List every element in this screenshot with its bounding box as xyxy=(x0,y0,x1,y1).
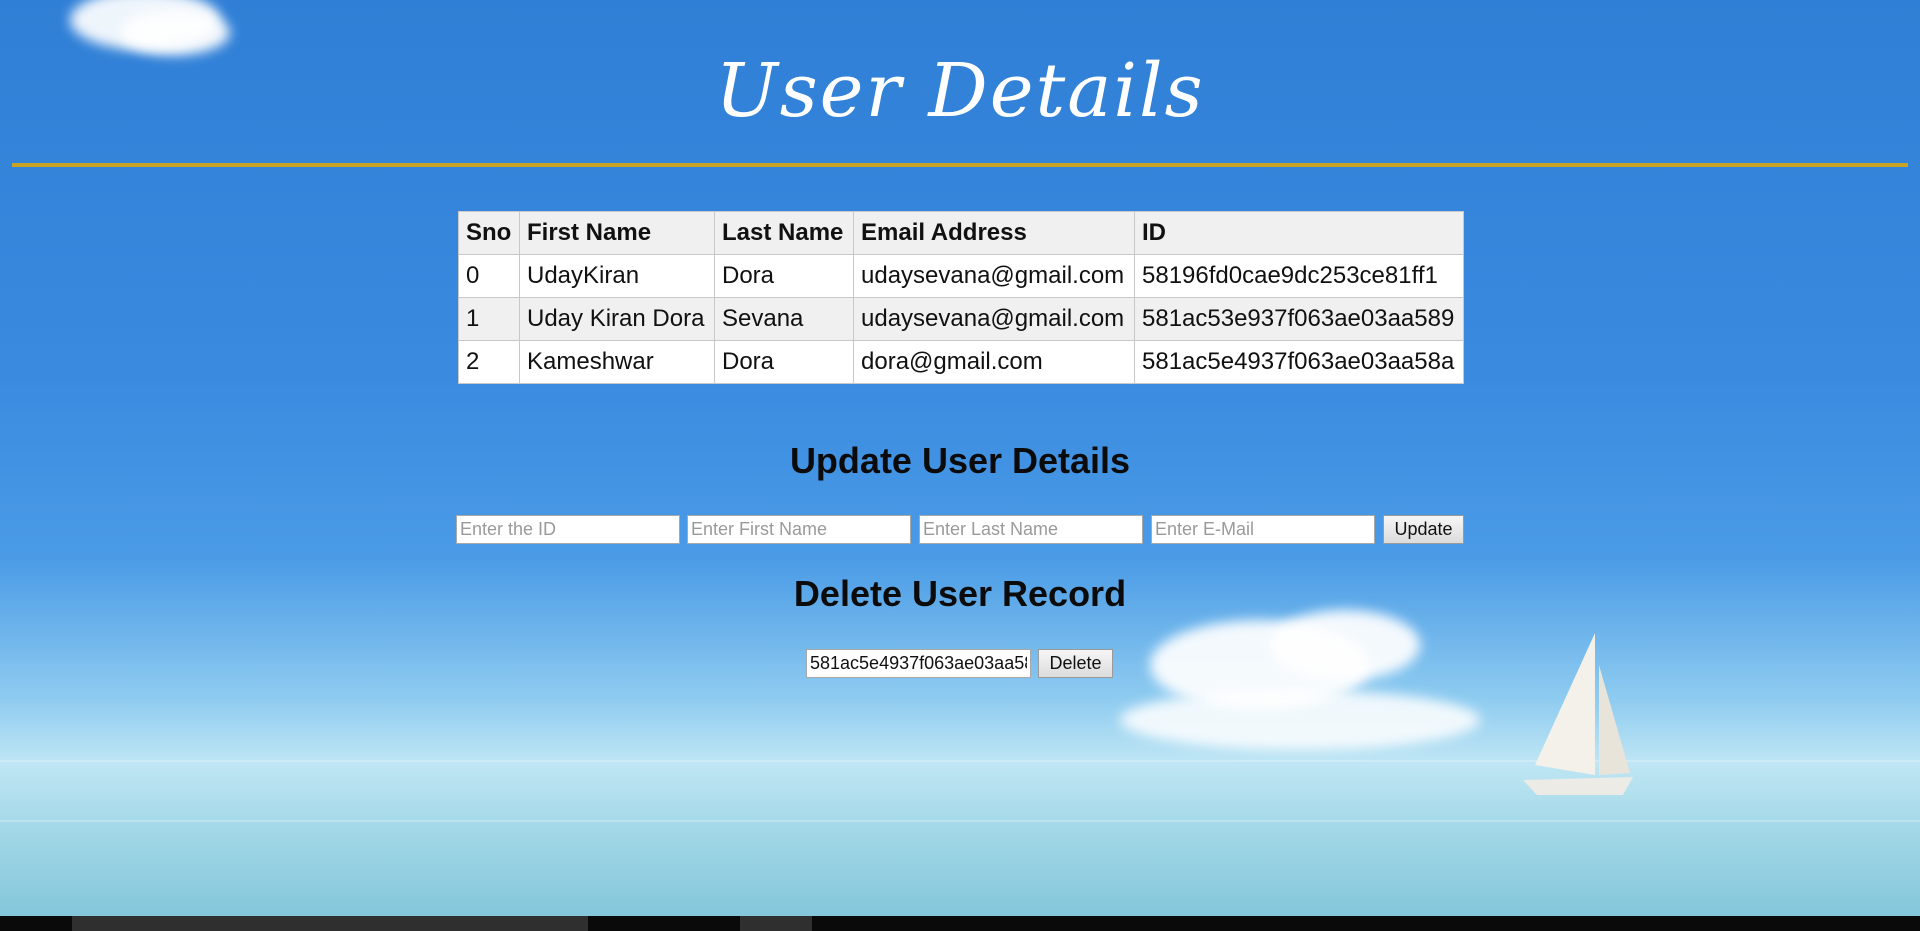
taskbar-app-2[interactable] xyxy=(740,916,812,931)
delete-button[interactable]: Delete xyxy=(1038,649,1113,678)
header-last-name: Last Name xyxy=(714,211,854,255)
cell-id: 581ac5e4937f063ae03aa58a xyxy=(1134,340,1464,384)
cell-last-name: Sevana xyxy=(714,297,854,341)
cell-last-name: Dora xyxy=(714,254,854,298)
header-email: Email Address xyxy=(853,211,1135,255)
cell-id: 581ac53e937f063ae03aa589 xyxy=(1134,297,1464,341)
cloud-top-left xyxy=(70,0,220,50)
cell-email: udaysevana@gmail.com xyxy=(853,297,1135,341)
cloud-right-low xyxy=(1120,690,1480,750)
header-first-name: First Name xyxy=(519,211,715,255)
taskbar-app-1[interactable] xyxy=(72,916,588,931)
update-heading: Update User Details xyxy=(789,440,1131,481)
cell-email: udaysevana@gmail.com xyxy=(853,254,1135,298)
cell-sno: 0 xyxy=(458,254,520,298)
update-last-name-input[interactable] xyxy=(919,515,1143,544)
cell-id: 58196fd0cae9dc253ce81ff1 xyxy=(1134,254,1464,298)
wave-line xyxy=(0,820,1920,822)
cloud-right-puff xyxy=(1270,610,1420,680)
cloud-right xyxy=(1150,620,1370,710)
cell-first-name: Kameshwar xyxy=(519,340,715,384)
table-header-row: Sno First Name Last Name Email Address I… xyxy=(458,211,1464,255)
cell-email: dora@gmail.com xyxy=(853,340,1135,384)
horizon-line xyxy=(0,760,1920,762)
table-row: 2 Kameshwar Dora dora@gmail.com 581ac5e4… xyxy=(458,340,1464,384)
delete-heading: Delete User Record xyxy=(793,573,1127,614)
header-id: ID xyxy=(1134,211,1464,255)
title-divider xyxy=(12,163,1908,167)
cell-last-name: Dora xyxy=(714,340,854,384)
sailboat-icon xyxy=(1523,633,1633,795)
table-row: 1 Uday Kiran Dora Sevana udaysevana@gmai… xyxy=(458,297,1464,341)
cell-first-name: UdayKiran xyxy=(519,254,715,298)
users-table: Sno First Name Last Name Email Address I… xyxy=(458,211,1464,384)
update-email-input[interactable] xyxy=(1151,515,1375,544)
update-id-input[interactable] xyxy=(456,515,680,544)
header-sno: Sno xyxy=(458,211,520,255)
page-title: User Details xyxy=(715,48,1205,134)
taskbar xyxy=(0,916,1920,931)
cell-first-name: Uday Kiran Dora xyxy=(519,297,715,341)
delete-id-input[interactable] xyxy=(806,649,1031,678)
update-button[interactable]: Update xyxy=(1383,515,1464,544)
cell-sno: 2 xyxy=(458,340,520,384)
cell-sno: 1 xyxy=(458,297,520,341)
table-row: 0 UdayKiran Dora udaysevana@gmail.com 58… xyxy=(458,254,1464,298)
update-first-name-input[interactable] xyxy=(687,515,911,544)
